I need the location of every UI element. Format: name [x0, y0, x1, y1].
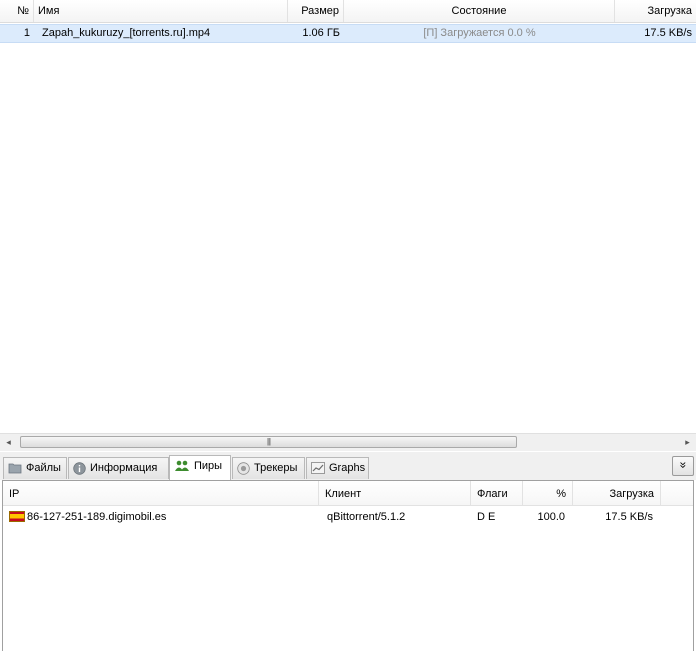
tab-graphs[interactable]: Graphs: [306, 457, 369, 479]
scrollbar-grip-icon: |||: [266, 437, 271, 446]
peer-ip: 86-127-251-189.digimobil.es: [27, 511, 167, 523]
torrent-state: [П] Загружается 0.0 %: [423, 27, 536, 39]
peer-row[interactable]: 86-127-251-189.digimobil.es qBittorrent/…: [3, 508, 693, 526]
spain-flag-icon: [9, 510, 25, 522]
column-header-state[interactable]: Состояние: [344, 0, 615, 22]
tab-information-label: Информация: [90, 462, 158, 474]
scrollbar-thumb[interactable]: |||: [20, 436, 517, 448]
info-icon: [73, 461, 86, 475]
tab-menu-button[interactable]: »: [672, 456, 694, 476]
column-header-client[interactable]: Клиент: [319, 481, 471, 505]
tab-trackers[interactable]: Трекеры: [232, 457, 305, 479]
peer-percent: 100.0: [537, 511, 565, 523]
torrent-number: 1: [23, 27, 30, 39]
torrent-size: 1.06 ГБ: [302, 27, 340, 39]
scroll-left-arrow-icon[interactable]: ◂: [0, 434, 17, 451]
peer-flags: D E: [477, 511, 496, 523]
horizontal-scrollbar[interactable]: ◂ ||| ▸: [0, 433, 696, 451]
column-header-overflow[interactable]: [661, 481, 693, 505]
torrent-list[interactable]: № Имя Размер Состояние Загрузка 1 Zapah_…: [0, 0, 696, 451]
torrent-list-header: № Имя Размер Состояние Загрузка: [0, 0, 696, 23]
peer-download-speed: 17.5 KB/s: [605, 511, 653, 523]
column-header-download[interactable]: Загрузка: [573, 481, 661, 505]
tracker-icon: [237, 461, 250, 475]
users-icon: [175, 460, 189, 472]
column-header-percent[interactable]: %: [523, 481, 573, 505]
column-header-flags[interactable]: Флаги: [471, 481, 523, 505]
folder-icon: [8, 463, 22, 474]
peer-client: qBittorrent/5.1.2: [327, 511, 406, 523]
peer-ip-cell: 86-127-251-189.digimobil.es: [9, 508, 319, 526]
tab-graphs-label: Graphs: [329, 462, 366, 474]
column-header-ip[interactable]: IP: [3, 481, 319, 505]
details-tab-bar: Файлы Информация Пиры Трекеры Graphs: [0, 452, 696, 480]
scroll-right-arrow-icon[interactable]: ▸: [679, 434, 696, 451]
graph-icon: [311, 462, 325, 475]
peers-list[interactable]: IP Клиент Флаги % Загрузка 86-127-251-18…: [2, 480, 694, 651]
tab-peers-label: Пиры: [194, 460, 223, 472]
column-header-size[interactable]: Размер: [288, 0, 344, 22]
double-chevron-down-icon: »: [676, 461, 690, 469]
torrent-row[interactable]: 1 Zapah_kukuruzy_[torrents.ru].mp4 1.06 …: [0, 24, 696, 43]
tab-trackers-label: Трекеры: [254, 462, 298, 474]
peers-list-header: IP Клиент Флаги % Загрузка: [3, 481, 693, 506]
torrent-name: Zapah_kukuruzy_[torrents.ru].mp4: [42, 27, 211, 39]
column-header-download[interactable]: Загрузка: [615, 0, 696, 22]
torrent-download-speed: 17.5 KB/s: [644, 27, 692, 39]
tab-files-label: Файлы: [26, 462, 61, 474]
tab-peers[interactable]: Пиры: [169, 455, 231, 480]
tab-information[interactable]: Информация: [68, 457, 169, 479]
tab-files[interactable]: Файлы: [3, 457, 67, 479]
column-header-number[interactable]: №: [0, 0, 34, 22]
column-header-name[interactable]: Имя: [34, 0, 288, 22]
